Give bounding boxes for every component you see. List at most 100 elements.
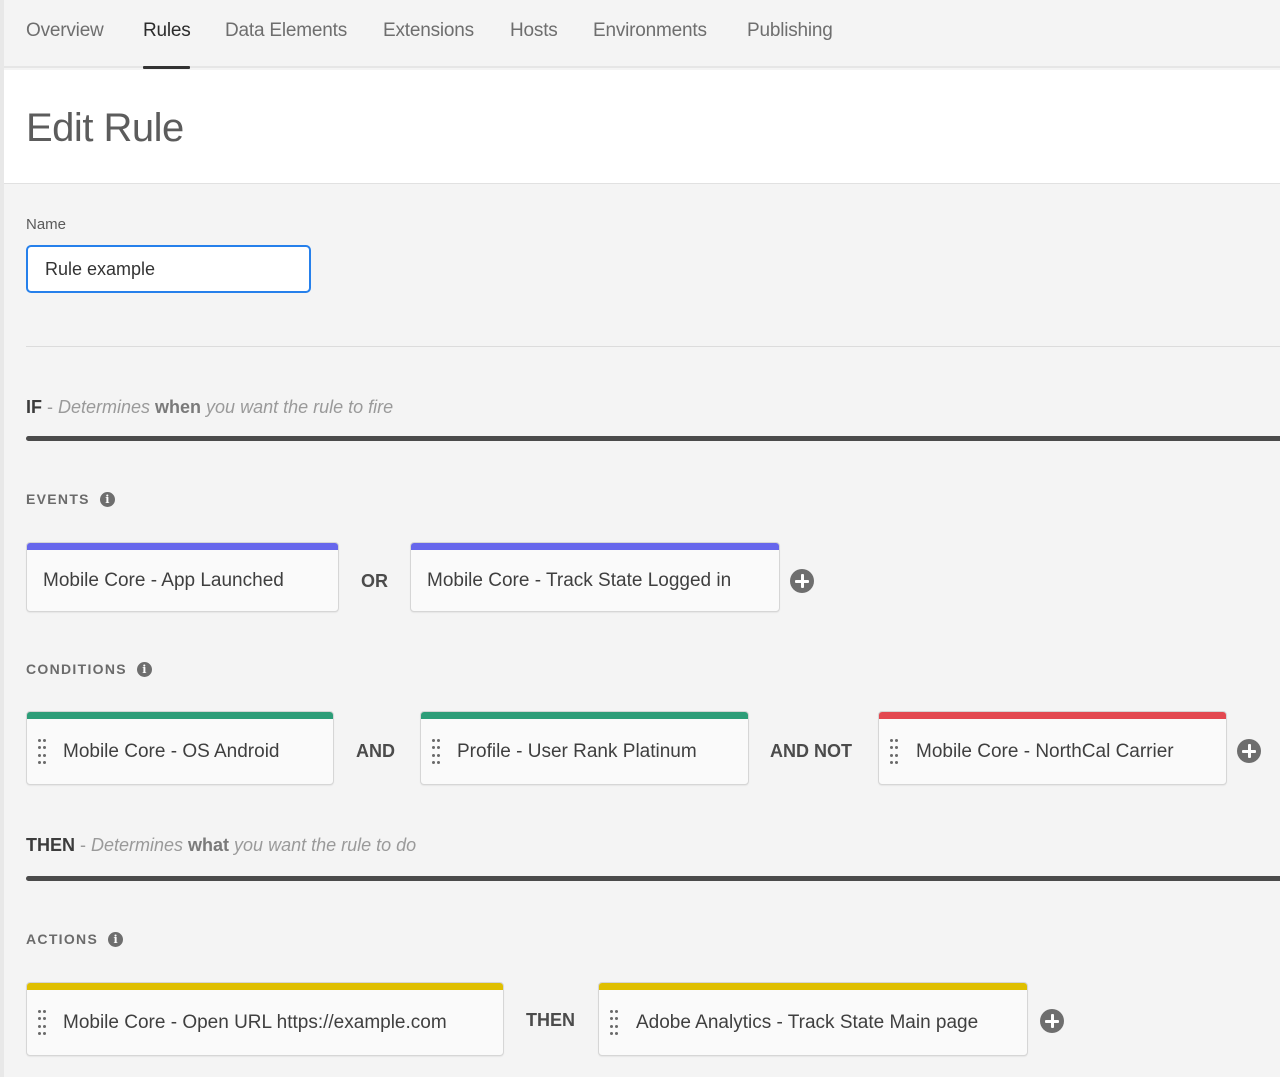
rule-name-input[interactable]: [26, 245, 311, 293]
tab-publishing[interactable]: Publishing: [747, 20, 833, 42]
drag-dot: [432, 739, 435, 742]
drag-dot: [432, 760, 435, 764]
drag-dot: [43, 1024, 46, 1028]
action-card[interactable]: Adobe Analytics - Track State Main page: [598, 982, 1028, 1056]
drag-dot: [437, 753, 440, 757]
drag-dot: [610, 1031, 613, 1035]
condition-card[interactable]: Mobile Core - NorthCal Carrier: [878, 711, 1227, 785]
if-separator: -: [42, 397, 58, 417]
name-label: Name: [26, 216, 67, 233]
page-title: Edit Rule: [26, 106, 184, 150]
add-event-button[interactable]: [790, 569, 814, 593]
drag-dot: [43, 739, 46, 742]
actions-label: ACTIONS i: [26, 931, 124, 947]
drag-handle-icon[interactable]: [432, 739, 440, 766]
operator-or: OR: [361, 571, 388, 591]
tab-rules[interactable]: Rules: [143, 20, 191, 42]
drag-dot: [38, 760, 41, 764]
then-separator: -: [75, 835, 91, 855]
drag-dot: [890, 739, 893, 742]
drag-handle-icon[interactable]: [38, 739, 46, 766]
drag-dot: [615, 1031, 618, 1035]
if-desc-pre: Determines: [58, 397, 156, 417]
then-desc-pre: Determines: [91, 835, 189, 855]
tab-data-elements[interactable]: Data Elements: [225, 20, 347, 42]
event-label: Mobile Core - Track State Logged in: [427, 570, 732, 591]
tab-environments[interactable]: Environments: [593, 20, 707, 42]
drag-dot: [610, 1024, 613, 1028]
info-icon[interactable]: i: [108, 932, 124, 947]
then-keyword: THEN: [26, 835, 75, 855]
drag-dot: [437, 739, 440, 742]
divider: [26, 346, 1280, 347]
drag-dot: [615, 1017, 618, 1021]
drag-handle-icon[interactable]: [610, 1010, 618, 1037]
drag-dot: [895, 753, 898, 757]
action-label: Mobile Core - Open URL https://example.c…: [63, 1012, 447, 1033]
page-header: Edit Rule: [4, 70, 1280, 184]
if-desc-post: you want the rule to fire: [201, 397, 394, 417]
drag-dot: [43, 1031, 46, 1035]
if-section-heading: IF - Determines when you want the rule t…: [26, 397, 393, 418]
tab-extensions[interactable]: Extensions: [383, 20, 474, 42]
top-nav: Overview Rules Data Elements Extensions …: [4, 0, 1280, 68]
drag-dot: [432, 753, 435, 757]
drag-dot: [43, 746, 46, 750]
then-desc-post: you want the rule to do: [229, 835, 417, 855]
conditions-label-text: CONDITIONS: [26, 661, 127, 677]
drag-dot: [43, 1010, 46, 1013]
drag-dot: [38, 1010, 41, 1013]
drag-dot: [437, 760, 440, 764]
drag-handle-icon[interactable]: [890, 739, 898, 766]
drag-dot: [38, 753, 41, 757]
if-keyword: IF: [26, 397, 42, 417]
drag-dot: [890, 746, 893, 750]
drag-dot: [38, 739, 41, 742]
active-tab-indicator: [143, 66, 190, 69]
drag-dot: [610, 1010, 613, 1013]
drag-handle-icon[interactable]: [38, 1010, 46, 1037]
drag-dot: [38, 746, 41, 750]
drag-dot: [43, 753, 46, 757]
condition-label: Mobile Core - NorthCal Carrier: [916, 741, 1174, 762]
drag-dot: [895, 760, 898, 764]
events-label: EVENTS i: [26, 491, 115, 507]
tab-overview[interactable]: Overview: [26, 20, 104, 42]
action-label: Adobe Analytics - Track State Main page: [636, 1012, 979, 1033]
add-action-button[interactable]: [1040, 1009, 1064, 1033]
add-condition-button[interactable]: [1237, 739, 1261, 763]
then-desc-em: what: [188, 835, 230, 855]
drag-dot: [890, 760, 893, 764]
operator-and: AND: [356, 741, 395, 761]
info-icon[interactable]: i: [99, 492, 115, 507]
drag-dot: [615, 1010, 618, 1013]
tab-hosts[interactable]: Hosts: [510, 20, 558, 42]
condition-card[interactable]: Profile - User Rank Platinum: [420, 711, 749, 785]
then-divider: [26, 876, 1280, 881]
info-icon[interactable]: i: [136, 662, 152, 677]
event-card[interactable]: Mobile Core - App Launched: [26, 542, 339, 612]
event-label: Mobile Core - App Launched: [43, 570, 284, 591]
actions-label-text: ACTIONS: [26, 931, 99, 947]
conditions-label: CONDITIONS i: [26, 661, 152, 677]
drag-dot: [38, 1024, 41, 1028]
if-desc-em: when: [155, 397, 202, 417]
events-label-text: EVENTS: [26, 491, 90, 507]
drag-dot: [437, 746, 440, 750]
drag-dot: [43, 760, 46, 764]
operator-then: THEN: [526, 1010, 575, 1030]
condition-card[interactable]: Mobile Core - OS Android: [26, 711, 334, 785]
drag-dot: [432, 746, 435, 750]
if-divider: [26, 436, 1280, 441]
event-card[interactable]: Mobile Core - Track State Logged in: [410, 542, 780, 612]
drag-dot: [610, 1017, 613, 1021]
operator-and-not: AND NOT: [770, 741, 852, 761]
drag-dot: [38, 1031, 41, 1035]
action-card[interactable]: Mobile Core - Open URL https://example.c…: [26, 982, 504, 1056]
drag-dot: [895, 739, 898, 742]
then-section-heading: THEN - Determines what you want the rule…: [26, 835, 416, 856]
drag-dot: [43, 1017, 46, 1021]
drag-dot: [615, 1024, 618, 1028]
condition-label: Mobile Core - OS Android: [63, 741, 280, 762]
drag-dot: [895, 746, 898, 750]
